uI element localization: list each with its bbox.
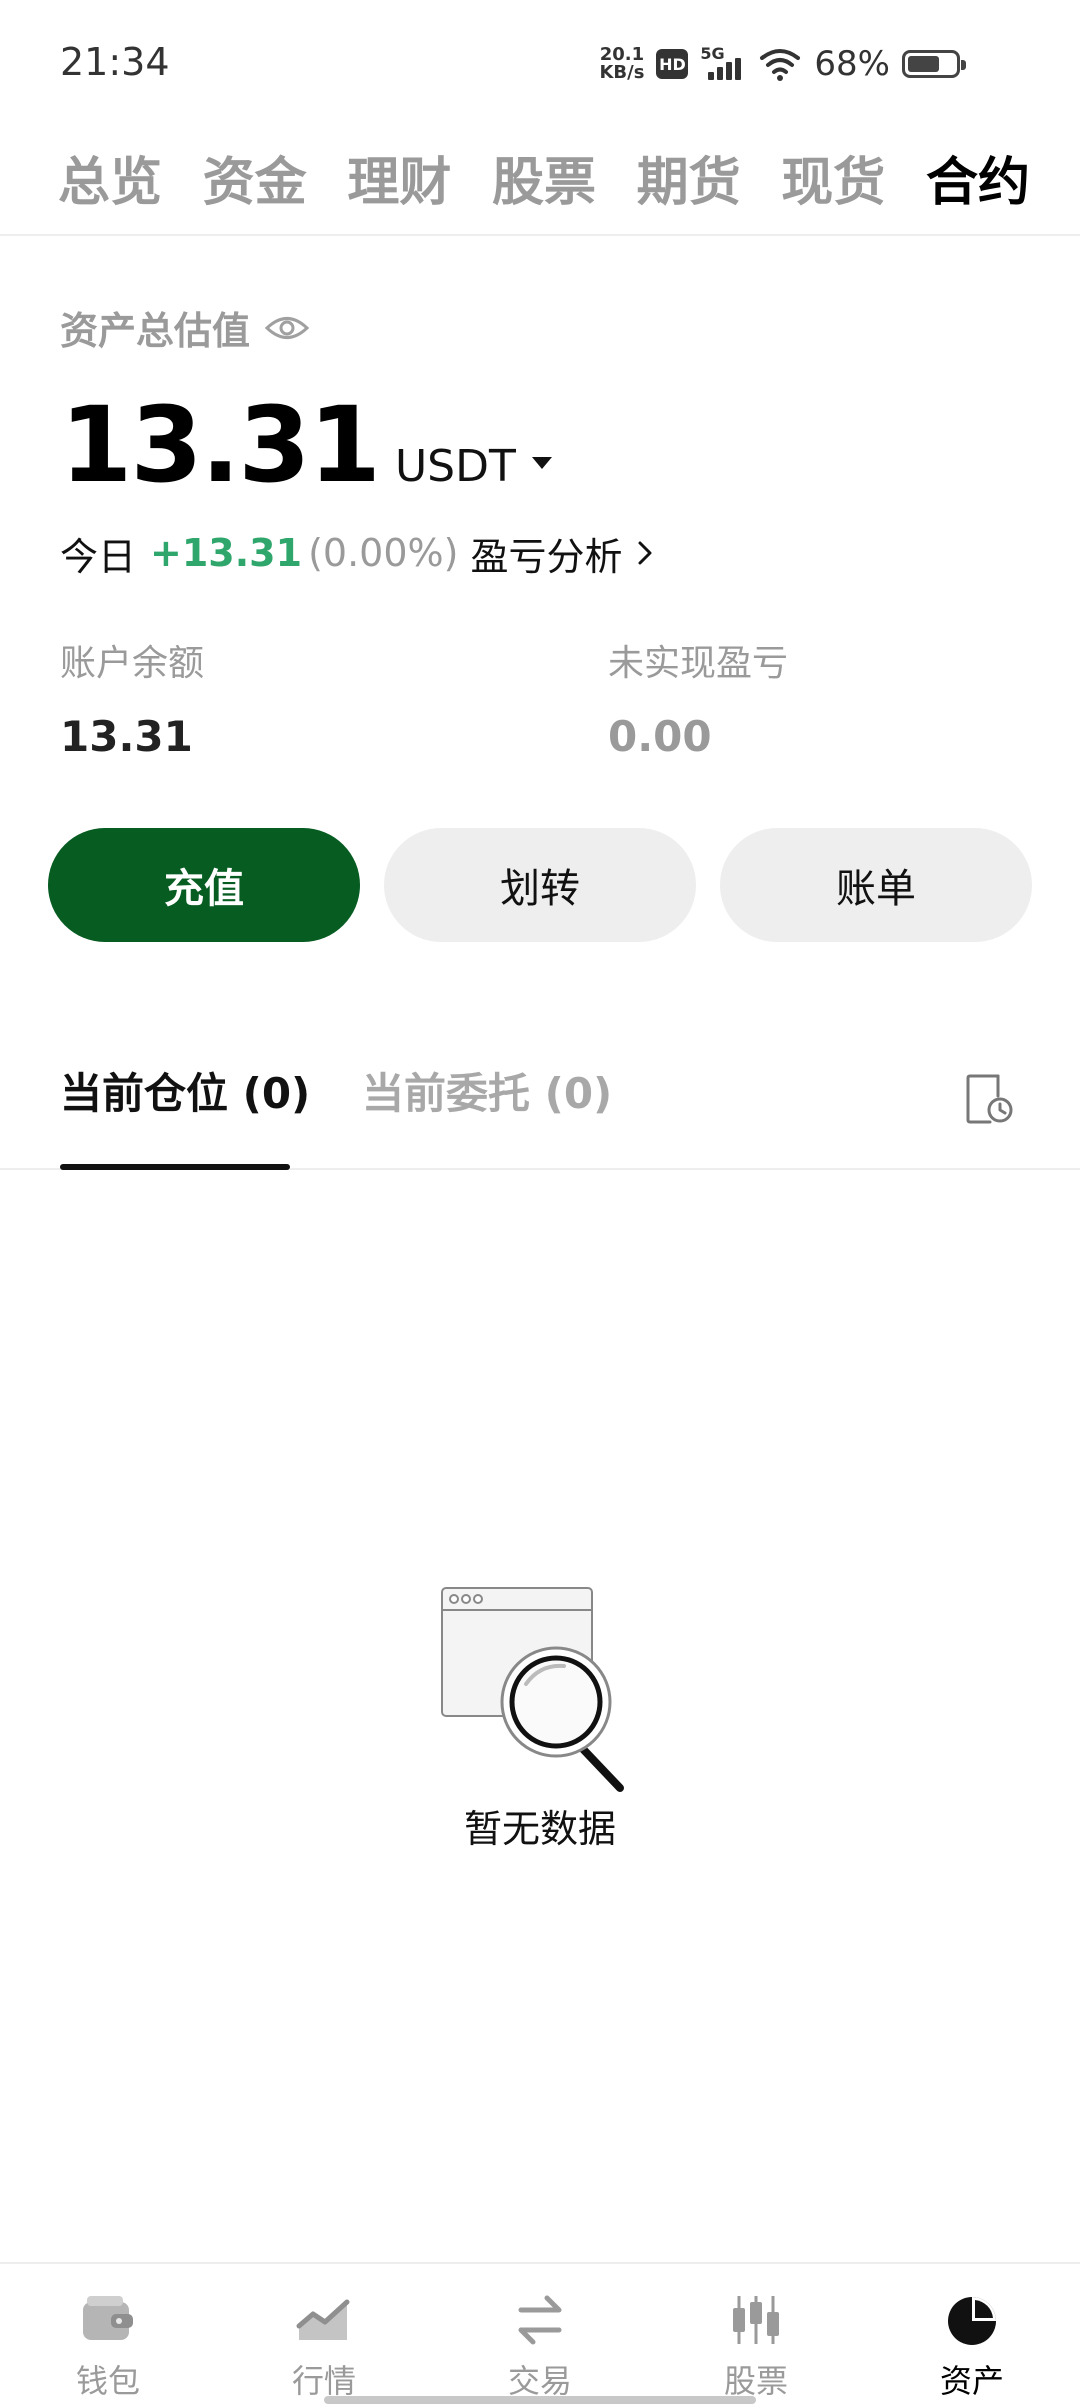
unrealized-pnl-stat: 未实现盈亏 0.00 (608, 634, 788, 761)
tab-overview[interactable]: 总览 (58, 140, 162, 215)
nav-label-assets: 资产 (939, 2362, 1004, 2400)
eye-icon[interactable] (264, 313, 310, 343)
wallet-icon (83, 2296, 133, 2340)
home-indicator (324, 2396, 756, 2404)
history-icon[interactable] (964, 1072, 1014, 1126)
asset-label-row: 资产总估值 (60, 300, 310, 355)
bottom-nav: 钱包 行情 交易 股票 资产 (0, 2262, 1080, 2408)
chevron-right-icon[interactable] (634, 537, 656, 569)
top-tabs: 总览 资金 理财 股票 期货 现货 合约 (0, 120, 1080, 236)
total-balance-value: 13.31 (60, 384, 381, 506)
cellular-signal-icon: 5G (700, 44, 746, 82)
today-change-value: +13.31 (150, 531, 303, 575)
action-buttons: 充值 划转 账单 (48, 828, 1032, 942)
tab-spot[interactable]: 现货 (781, 140, 885, 215)
tab-stocks[interactable]: 股票 (492, 140, 596, 215)
currency-selector[interactable]: USDT (395, 441, 516, 492)
screen: 21:34 20.1 KB/s HD 5G 68% 总览 资金 理财 股票 期货… (0, 0, 1080, 2408)
pnl-analysis-link[interactable]: 盈亏分析 (470, 526, 622, 581)
nav-item-market[interactable]: 行情 (216, 2264, 432, 2408)
caret-down-icon[interactable] (531, 457, 552, 469)
nav-item-assets[interactable]: 资产 (864, 2264, 1080, 2408)
candlestick-icon (733, 2296, 779, 2344)
battery-fill (908, 56, 940, 72)
unrealized-pnl-value: 0.00 (608, 712, 712, 761)
tab-funds[interactable]: 资金 (203, 140, 307, 215)
tab-current-positions[interactable]: 当前仓位 (0) (60, 1060, 310, 1121)
hd-badge: HD (656, 49, 689, 79)
today-pnl-row: 今日 +13.31 (0.00%) 盈亏分析 (60, 526, 656, 581)
account-balance-label: 账户余额 (60, 643, 205, 684)
transfer-button[interactable]: 划转 (384, 828, 696, 942)
market-chart-icon (296, 2299, 350, 2340)
battery-icon (902, 50, 966, 78)
tab-open-orders[interactable]: 当前委托 (0) (362, 1060, 612, 1121)
empty-state-text: 暂无数据 (463, 1807, 616, 1851)
tab-contracts[interactable]: 合约 (926, 140, 1030, 215)
empty-search-illustration (441, 1587, 624, 1792)
position-tabs: 当前仓位 (0) 当前委托 (0) (0, 1030, 1080, 1170)
unrealized-pnl-label: 未实现盈亏 (608, 643, 789, 684)
nav-label-wallet: 钱包 (75, 2362, 140, 2400)
nav-item-wallet[interactable]: 钱包 (0, 2264, 216, 2408)
status-bar: 21:34 20.1 KB/s HD 5G 68% (0, 0, 1080, 120)
today-label: 今日 (60, 534, 137, 579)
tab-futures[interactable]: 期货 (637, 140, 741, 215)
account-balance-value: 13.31 (60, 712, 193, 761)
today-change-percent: (0.00%) (308, 531, 459, 575)
status-icons: 20.1 KB/s HD 5G 68% (599, 42, 966, 86)
wifi-icon (760, 49, 801, 81)
nav-item-stocks[interactable]: 股票 (648, 2264, 864, 2408)
battery-percent: 68% (814, 44, 890, 84)
tab-earn[interactable]: 理财 (347, 140, 451, 215)
status-time: 21:34 (60, 40, 170, 84)
network-type: 5G (700, 44, 725, 63)
swap-arrows-icon (518, 2295, 562, 2345)
asset-total-label: 资产总估值 (60, 309, 251, 353)
active-tab-underline (60, 1164, 290, 1170)
network-speed: 20.1 KB/s (599, 46, 644, 82)
pie-chart-icon (948, 2297, 996, 2345)
deposit-button[interactable]: 充值 (48, 828, 360, 942)
balance-row: 13.31 USDT (60, 384, 552, 506)
account-balance-stat: 账户余额 13.31 (60, 634, 204, 761)
network-speed-unit: KB/s (599, 62, 645, 83)
nav-item-trade[interactable]: 交易 (432, 2264, 648, 2408)
bill-button[interactable]: 账单 (720, 828, 1032, 942)
